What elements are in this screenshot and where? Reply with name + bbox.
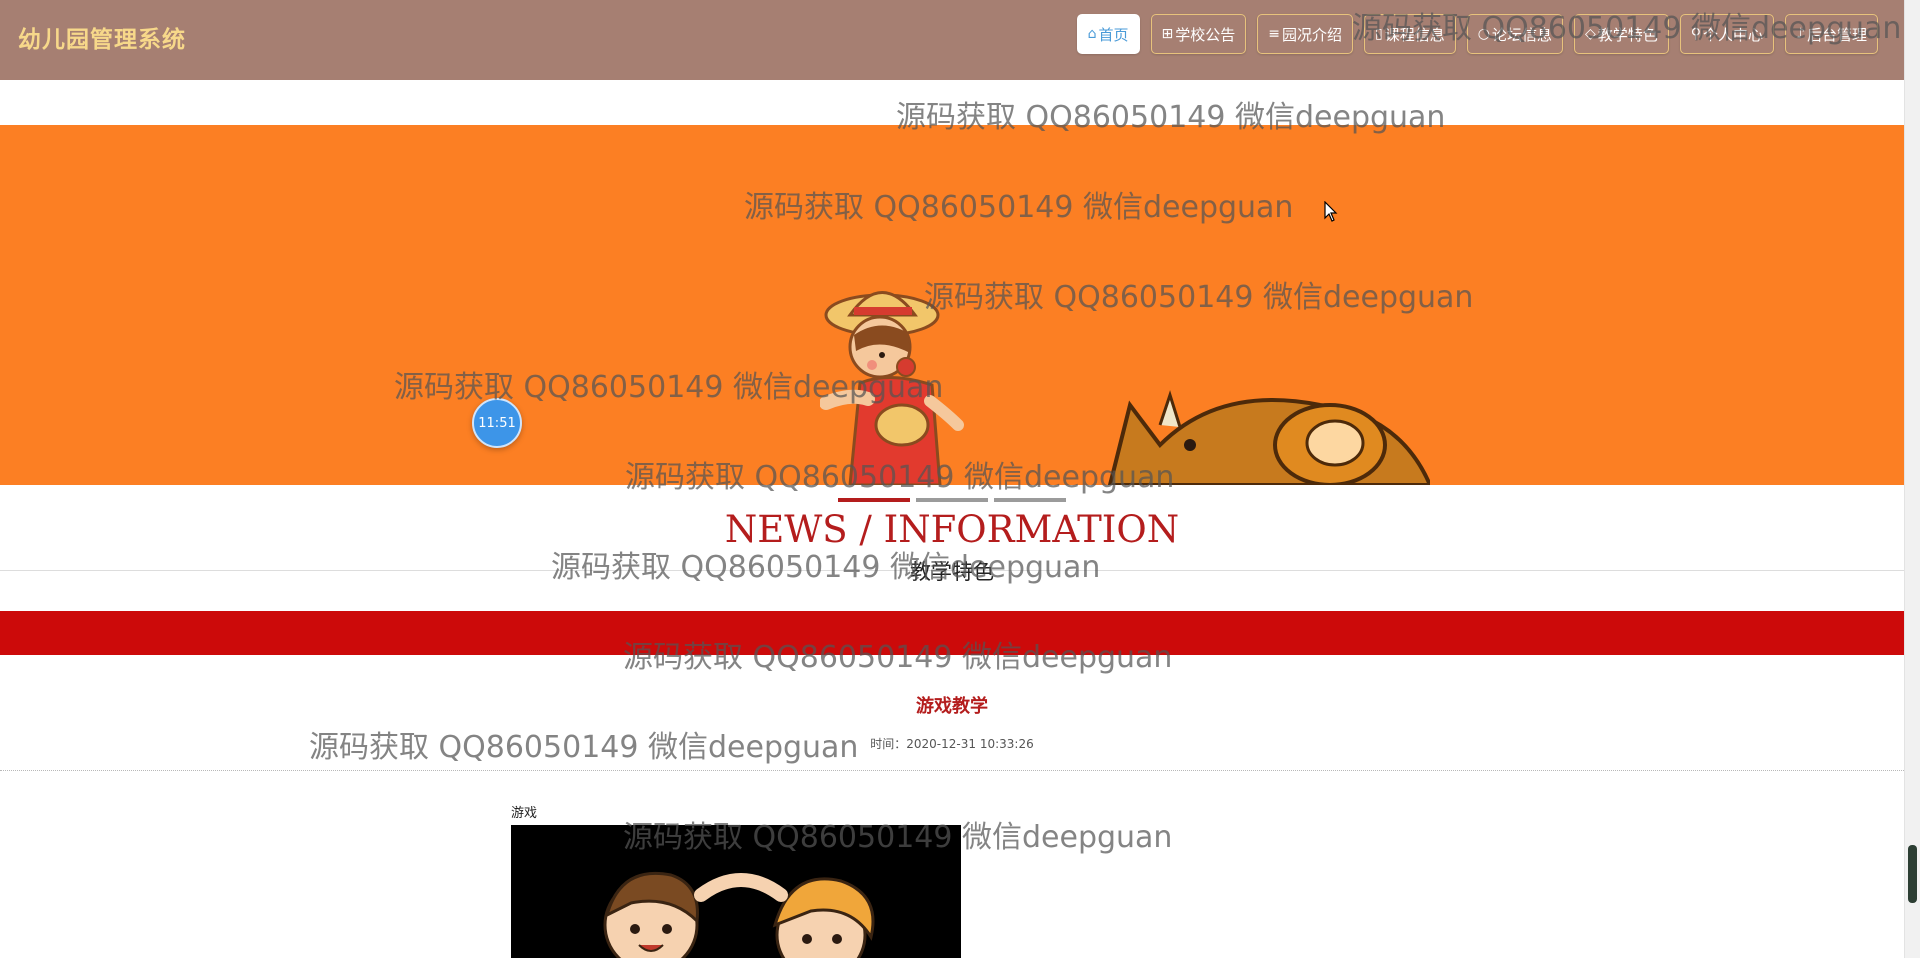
nav-label: 论坛信息	[1491, 25, 1552, 44]
tag-icon: ◇	[1584, 26, 1596, 42]
home-icon: ⌂	[1087, 26, 1097, 42]
site-logo[interactable]: 幼儿园管理系统	[18, 20, 186, 54]
carousel-indicator-1[interactable]	[838, 498, 910, 502]
red-banner-bar	[0, 611, 1904, 655]
nav-home[interactable]: ⌂ 首页	[1076, 14, 1140, 54]
nav-school-intro[interactable]: ≡ 园况介绍	[1257, 14, 1353, 54]
carousel-indicator-2[interactable]	[916, 498, 988, 502]
kids-illustration	[603, 871, 875, 958]
nav-school-notice[interactable]: ⊞ 学校公告	[1150, 14, 1247, 54]
carousel-indicators	[838, 498, 1066, 502]
nav-label: 后台管理	[1806, 25, 1867, 44]
nav-label: 个人中心	[1703, 25, 1764, 44]
girl-illustration	[820, 291, 964, 485]
nav-label: 教学特色	[1597, 25, 1658, 44]
list-icon: ≡	[1268, 26, 1280, 42]
image-caption: 游戏	[511, 806, 538, 821]
nav-label: 学校公告	[1175, 25, 1236, 44]
banner-carousel[interactable]	[0, 125, 1904, 485]
nav-label: 园况介绍	[1281, 25, 1342, 44]
nav-admin[interactable]: ♪ 后台管理	[1785, 14, 1878, 54]
article-image	[511, 825, 961, 958]
clock-widget[interactable]: 11:51	[472, 398, 522, 448]
nav-label: 首页	[1098, 25, 1129, 44]
page-scrollbar[interactable]	[1904, 0, 1920, 958]
dotted-divider	[0, 770, 1904, 771]
admin-icon: ♪	[1796, 26, 1805, 42]
forum-icon: ○	[1477, 26, 1490, 42]
scrollbar-thumb[interactable]	[1908, 845, 1917, 903]
nav-course-info[interactable]: ▯ 课程信息	[1364, 14, 1456, 54]
totoro-illustration	[1107, 390, 1430, 485]
article-time: 时间：2020-12-31 10:33:26	[870, 737, 1034, 751]
main-nav: ⌂ 首页 ⊞ 学校公告 ≡ 园况介绍 ▯ 课程信息 ○ 论坛信息 ◇ 教学特色 ⚲ 个人中心 …	[1076, 14, 1878, 54]
notice-icon: ⊞	[1161, 26, 1174, 42]
nav-personal-center[interactable]: ⚲ 个人中心	[1679, 14, 1775, 54]
article-title[interactable]: 游戏教学	[0, 692, 1904, 718]
carousel-indicator-3[interactable]	[994, 498, 1066, 502]
top-header: 幼儿园管理系统 ⌂ 首页 ⊞ 学校公告 ≡ 园况介绍 ▯ 课程信息 ○ 论坛信息 ◇ 教学特…	[0, 0, 1904, 80]
nav-teaching-features[interactable]: ◇ 教学特色	[1573, 14, 1669, 54]
section-title: NEWS / INFORMATION	[724, 508, 1180, 551]
section-subtitle: 教学特色	[910, 560, 994, 584]
mouse-cursor-icon	[1324, 201, 1338, 222]
course-icon: ▯	[1375, 26, 1383, 42]
nav-forum[interactable]: ○ 论坛信息	[1466, 14, 1563, 54]
nav-label: 课程信息	[1384, 25, 1445, 44]
user-icon: ⚲	[1690, 26, 1702, 42]
